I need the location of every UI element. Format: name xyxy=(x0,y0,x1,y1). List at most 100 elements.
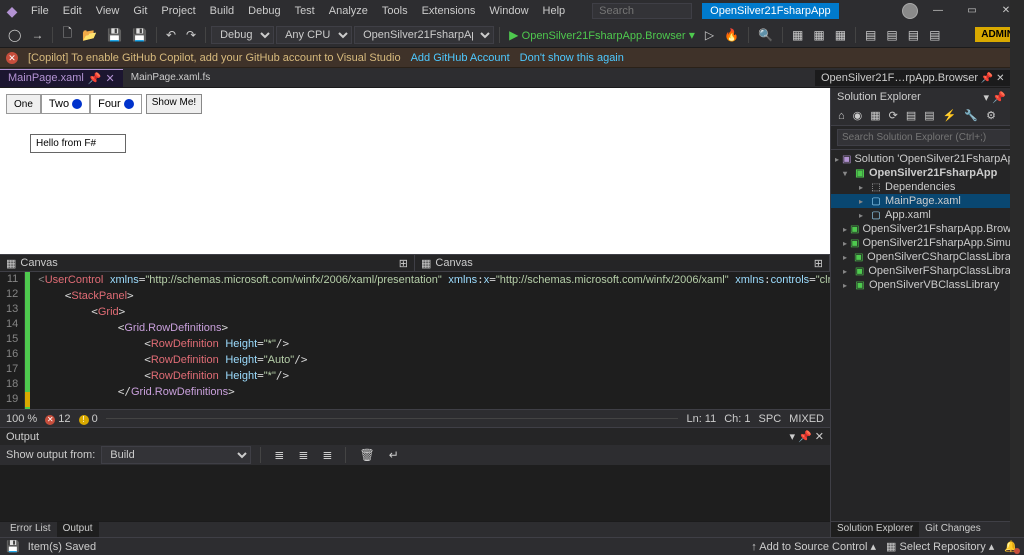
designer-tab-two[interactable]: Two xyxy=(41,94,90,114)
platform-combo[interactable]: Any CPU xyxy=(276,26,352,44)
se-home-icon[interactable]: ⌂ xyxy=(835,109,848,123)
preview-tab[interactable]: OpenSilver21F…rpApp.Browser 📌 ✕ xyxy=(815,70,1011,86)
new-button[interactable]: 🗋 xyxy=(58,22,76,47)
tree-mainpage[interactable]: ▸▢MainPage.xaml xyxy=(831,194,1024,208)
solution-tree[interactable]: ▸▣Solution 'OpenSilver21FsharpApp' (6 of… xyxy=(831,150,1024,521)
nav-back-button[interactable]: ◯ xyxy=(4,26,25,44)
menu-debug[interactable]: Debug xyxy=(241,2,287,20)
save-button[interactable]: 💾 xyxy=(103,26,126,44)
expand-left-icon[interactable]: ⊞ xyxy=(399,257,408,270)
find-button[interactable]: 🔍 xyxy=(754,26,777,44)
code-text[interactable]: <UserControl xmlns="http://schemas.micro… xyxy=(30,272,830,409)
config-combo[interactable]: Debug xyxy=(211,26,274,44)
menu-extensions[interactable]: Extensions xyxy=(415,2,483,20)
undo-button[interactable]: ↶ xyxy=(162,26,180,44)
tool-btn-2[interactable]: ▦ xyxy=(809,26,828,44)
designer-canvas[interactable]: One Two Four Show Me! xyxy=(0,88,830,254)
nav-fwd-button[interactable]: → xyxy=(27,26,47,44)
tree-label: OpenSilver21FsharpApp xyxy=(869,167,997,179)
tree-proj-browser[interactable]: ▸▣OpenSilver21FsharpApp.Browser xyxy=(831,222,1024,236)
se-btn[interactable]: ▦ xyxy=(867,108,883,123)
tree-solution[interactable]: ▸▣Solution 'OpenSilver21FsharpApp' (6 of… xyxy=(831,152,1024,166)
tree-proj-fsharp[interactable]: ▸▣OpenSilverFSharpClassLibrary xyxy=(831,264,1024,278)
minimize-button[interactable]: — xyxy=(924,1,952,21)
tab-mainpage-xaml[interactable]: MainPage.xaml📌✕ xyxy=(0,69,123,87)
menu-build[interactable]: Build xyxy=(203,2,241,20)
menu-window[interactable]: Window xyxy=(482,2,535,20)
designer-tab-four[interactable]: Four xyxy=(90,94,142,114)
output-body[interactable] xyxy=(0,465,830,521)
se-btn[interactable]: ▤ xyxy=(903,108,919,123)
preview-tab-label: OpenSilver21F…rpApp.Browser xyxy=(821,72,978,84)
menu-file[interactable]: File xyxy=(24,2,56,20)
add-github-link[interactable]: Add GitHub Account xyxy=(411,52,510,64)
scroll-h[interactable] xyxy=(106,418,679,419)
expand-right-icon[interactable]: ⊞ xyxy=(814,257,823,270)
menu-edit[interactable]: Edit xyxy=(56,2,89,20)
output-tool-3[interactable]: ≣ xyxy=(318,446,336,464)
output-tool-1[interactable]: ≣ xyxy=(270,446,288,464)
tool-btn-6[interactable]: ▤ xyxy=(904,26,923,44)
output-clear-button[interactable]: 🗑 xyxy=(355,446,378,464)
se-refresh-icon[interactable]: ⟳ xyxy=(886,108,901,123)
se-tab-git[interactable]: Git Changes xyxy=(919,522,987,537)
show-me-button[interactable]: Show Me! xyxy=(146,94,202,114)
main-toolbar: ◯ → 🗋 📂 💾 💾 ↶ ↷ Debug Any CPU OpenSilver… xyxy=(0,22,1024,48)
save-all-button[interactable]: 💾 xyxy=(128,26,151,44)
menu-git[interactable]: Git xyxy=(126,2,154,20)
startup-combo[interactable]: OpenSilver21FsharpApp xyxy=(354,26,494,44)
tree-proj-main[interactable]: ▾▣OpenSilver21FsharpApp xyxy=(831,166,1024,180)
run-nodebug-button[interactable]: ▷ xyxy=(701,26,718,44)
tool-btn-5[interactable]: ▤ xyxy=(882,26,901,44)
source-control-button[interactable]: ↑ Add to Source Control ▴ xyxy=(751,540,876,553)
notifications-icon[interactable]: 🔔 xyxy=(1004,540,1018,553)
output-tool-2[interactable]: ≣ xyxy=(294,446,312,464)
tree-proj-vb[interactable]: ▸▣OpenSilverVBClassLibrary xyxy=(831,278,1024,292)
tool-btn-7[interactable]: ▤ xyxy=(925,26,944,44)
tree-proj-csharp[interactable]: ▸▣OpenSilverCSharpClassLibrary xyxy=(831,250,1024,264)
tree-app-xaml[interactable]: ▸▢App.xaml xyxy=(831,208,1024,222)
se-wrench-icon[interactable]: 🔧 xyxy=(961,108,981,123)
menu-view[interactable]: View xyxy=(89,2,127,20)
open-button[interactable]: 📂 xyxy=(78,26,101,44)
zoom-level[interactable]: 100 % xyxy=(6,413,37,425)
tool-btn-3[interactable]: ▦ xyxy=(831,26,850,44)
dont-show-link[interactable]: Don't show this again xyxy=(520,52,624,64)
tab-mainpage-fs[interactable]: MainPage.xaml.fs xyxy=(123,70,218,85)
hot-reload-icon[interactable]: 🔥 xyxy=(720,26,743,44)
restore-button[interactable]: ▭ xyxy=(958,1,986,21)
repo-button[interactable]: ▦ Select Repository ▴ xyxy=(886,540,994,553)
run-button[interactable]: ▶ OpenSilver21FsharpApp.Browser ▾ xyxy=(505,26,699,44)
title-search-input[interactable] xyxy=(592,3,692,19)
se-tab-explorer[interactable]: Solution Explorer xyxy=(831,522,919,537)
errors-badge[interactable]: ✕ 12 xyxy=(45,413,70,425)
se-settings-icon[interactable]: ⚙ xyxy=(983,108,999,123)
tree-proj-simulator[interactable]: ▸▣OpenSilver21FsharpApp.Simulator xyxy=(831,236,1024,250)
menu-project[interactable]: Project xyxy=(154,2,202,20)
menu-test[interactable]: Test xyxy=(288,2,322,20)
errorlist-tab[interactable]: Error List xyxy=(4,522,57,537)
se-search-input[interactable] xyxy=(837,129,1018,146)
redo-button[interactable]: ↷ xyxy=(182,26,200,44)
code-editor[interactable]: 11121314151617181920212223242526272829 <… xyxy=(0,272,830,409)
output-from-combo[interactable]: Build xyxy=(101,446,251,464)
output-wrap-button[interactable]: ↵ xyxy=(385,446,403,464)
pin-icon[interactable]: 📌 xyxy=(88,72,102,85)
designer-tab-one[interactable]: One xyxy=(6,94,41,114)
se-btn[interactable]: ⚡ xyxy=(940,108,960,123)
se-btn[interactable]: ▤ xyxy=(921,108,937,123)
user-avatar-icon[interactable] xyxy=(902,3,918,19)
menu-analyze[interactable]: Analyze xyxy=(322,2,375,20)
output-tab[interactable]: Output xyxy=(57,522,99,537)
se-btn[interactable]: ◉ xyxy=(850,108,866,123)
tree-dependencies[interactable]: ▸⬚Dependencies xyxy=(831,180,1024,194)
tool-btn-4[interactable]: ▤ xyxy=(861,26,880,44)
hello-textbox[interactable] xyxy=(30,134,126,153)
tool-btn-1[interactable]: ▦ xyxy=(788,26,807,44)
output-from-label: Show output from: xyxy=(6,449,95,461)
autohide-icon[interactable]: ▾ 📌 ✕ xyxy=(789,430,824,443)
close-tab-icon[interactable]: ✕ xyxy=(106,72,115,85)
menu-tools[interactable]: Tools xyxy=(375,2,415,20)
menu-help[interactable]: Help xyxy=(536,2,573,20)
warnings-badge[interactable]: ! 0 xyxy=(79,413,98,425)
